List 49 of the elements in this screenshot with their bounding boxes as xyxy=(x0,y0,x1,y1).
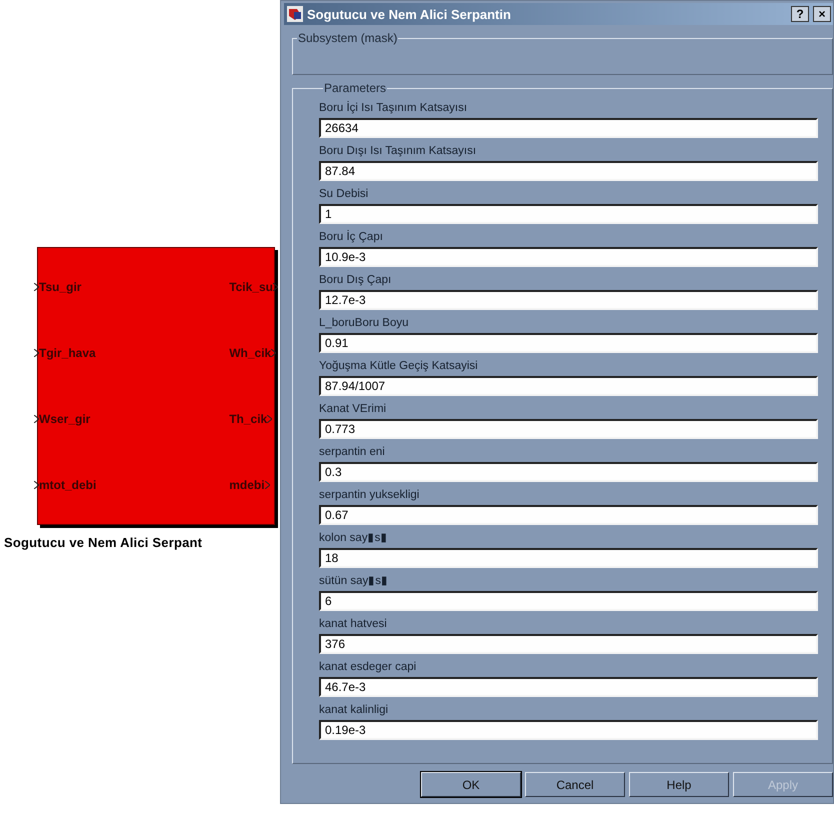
group-title: Parameters xyxy=(323,81,388,95)
field-label: serpantin eni xyxy=(319,445,385,459)
port-label: Th_cik xyxy=(229,412,268,426)
field-label: Boru Dışı Isı Taşınım Katsayısı xyxy=(319,144,476,158)
field-label: serpantin yuksekligi xyxy=(319,488,420,502)
input-field[interactable]: 26634 xyxy=(319,118,818,138)
input-field[interactable]: 10.9e-3 xyxy=(319,247,818,267)
field-label: kanat kalinligi xyxy=(319,703,388,717)
field-label: Boru İç Çapı xyxy=(319,230,383,244)
input-field[interactable]: 0.91 xyxy=(319,333,818,353)
field-label: kanat hatvesi xyxy=(319,617,387,631)
field-label: Su Debisi xyxy=(319,187,368,201)
input-field[interactable]: 6 xyxy=(319,591,818,611)
input-field[interactable]: 12.7e-3 xyxy=(319,290,818,310)
port-label: mtot_debi xyxy=(39,478,96,492)
port-label: mdebi xyxy=(229,478,265,492)
port-label: Tsu_gir xyxy=(39,280,82,294)
input-field[interactable]: 0.67 xyxy=(319,505,818,525)
app-icon xyxy=(287,6,303,22)
subsystem-block[interactable]: Tsu_gir Tgir_hava Wser_gir mtot_debi Tcik_su Wh_cik Th_cik mdebi xyxy=(37,247,275,525)
field-label: kolon say▮s▮ xyxy=(319,531,388,545)
port-label: Tcik_su xyxy=(229,280,273,294)
input-field[interactable]: 1 xyxy=(319,204,818,224)
input-field[interactable]: 87.84 xyxy=(319,161,818,181)
close-button[interactable]: × xyxy=(813,6,831,22)
field-label: kanat esdeger capi xyxy=(319,660,416,674)
group-title: Subsystem (mask) xyxy=(297,31,398,45)
block-name: Sogutucu ve Nem Alici Serpant xyxy=(3,535,204,550)
input-field[interactable]: 0.19e-3 xyxy=(319,720,818,740)
field-label: L_boruBoru Boyu xyxy=(319,316,409,330)
port-label: Wh_cik xyxy=(229,346,272,360)
input-field[interactable]: 0.773 xyxy=(319,419,818,439)
dialog-button[interactable]: OK xyxy=(421,772,521,797)
input-field[interactable]: 18 xyxy=(319,548,818,568)
field-label: Boru İçi Isı Taşınım Katsayısı xyxy=(319,101,468,115)
port-label: Tgir_hava xyxy=(39,346,96,360)
port-label: Wser_gir xyxy=(39,412,90,426)
input-field[interactable]: 46.7e-3 xyxy=(319,677,818,697)
field-label: Boru Dış Çapı xyxy=(319,273,392,287)
window-title: Sogutucu ve Nem Alici Serpantin xyxy=(307,6,512,22)
input-field[interactable]: 376 xyxy=(319,634,818,654)
field-label: sütün say▮s▮ xyxy=(319,574,388,588)
help-button[interactable]: ? xyxy=(791,6,809,22)
input-field[interactable]: 0.3 xyxy=(319,462,818,482)
input-field[interactable]: 87.94/1007 xyxy=(319,376,818,396)
dialog-button[interactable]: Help xyxy=(629,772,729,797)
field-label: Kanat VErimi xyxy=(319,402,386,416)
dialog-button[interactable]: Cancel xyxy=(525,772,625,797)
field-label: Yoğuşma Kütle Geçiş Katsayisi xyxy=(319,359,478,373)
